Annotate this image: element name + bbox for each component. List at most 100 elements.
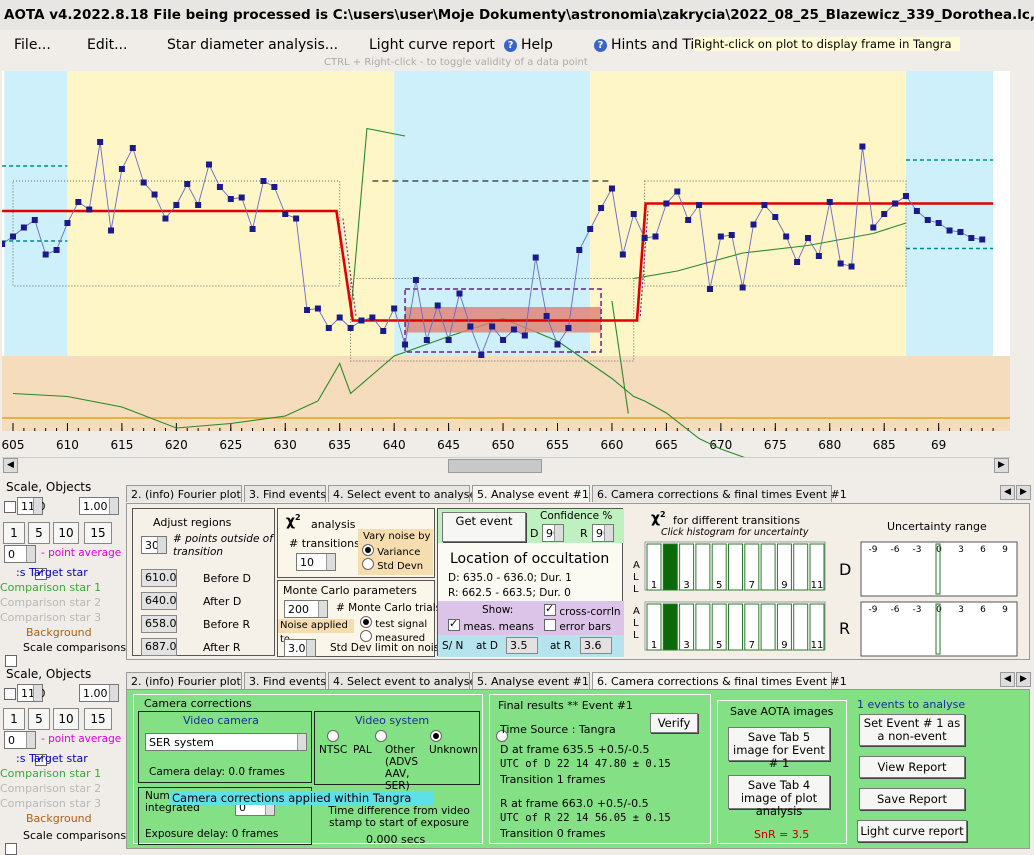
data-point[interactable] <box>380 328 387 334</box>
scale-button-15[interactable]: 15 <box>84 522 112 544</box>
data-point[interactable] <box>739 284 746 291</box>
scroll-left-icon[interactable]: ◀ <box>3 458 18 473</box>
data-point[interactable] <box>630 211 637 217</box>
data-point[interactable] <box>859 143 866 150</box>
tab-fourier[interactable]: 2. (info) Fourier plot <box>126 485 242 502</box>
data-point[interactable] <box>2 241 6 247</box>
data-point[interactable] <box>173 202 180 208</box>
d-histogram-bar[interactable] <box>760 543 776 591</box>
data-point[interactable] <box>815 253 822 259</box>
scale-spinner-2[interactable]: 1.00 <box>79 497 119 515</box>
scale-button-1[interactable]: 1 <box>3 522 25 544</box>
data-point[interactable] <box>118 166 125 172</box>
scale-button-10b[interactable]: 10 <box>53 708 79 730</box>
scale-button-10[interactable]: 10 <box>53 522 79 544</box>
save-tab4-button[interactable]: Save Tab 4 image of plot analysis <box>728 775 830 818</box>
verify-button[interactable]: Verify <box>650 713 698 733</box>
data-point[interactable] <box>652 233 659 240</box>
tab-select-event-2[interactable]: 4. Select event to analyse <box>328 672 476 689</box>
scale-button-1b[interactable]: 1 <box>3 708 25 730</box>
data-point[interactable] <box>935 220 942 226</box>
data-point[interactable] <box>761 202 768 208</box>
tab-find-events-2[interactable]: 3. Find events <box>244 672 326 689</box>
data-point[interactable] <box>641 235 648 241</box>
tab-left-icon[interactable]: ◀ <box>1000 485 1015 500</box>
d-histogram-bar[interactable] <box>662 543 678 591</box>
data-point[interactable] <box>532 254 539 261</box>
scale-spinner-1[interactable]: 11.0 <box>17 497 46 515</box>
data-point[interactable] <box>728 232 735 238</box>
tab-analyse-event-2[interactable]: 5. Analyse event #1 <box>472 672 590 689</box>
scale-spinner-2b[interactable]: 1.00 <box>79 684 119 702</box>
scale-comparisons-checkbox-b[interactable] <box>5 843 17 855</box>
data-point[interactable] <box>619 251 626 258</box>
data-point[interactable] <box>924 217 931 223</box>
data-point[interactable] <box>892 200 899 207</box>
data-point[interactable] <box>151 191 158 198</box>
data-point[interactable] <box>260 178 267 184</box>
data-point[interactable] <box>314 305 321 312</box>
data-point[interactable] <box>75 199 82 205</box>
data-point[interactable] <box>968 235 975 241</box>
data-point[interactable] <box>467 323 474 330</box>
data-point[interactable] <box>543 313 550 319</box>
other-radio[interactable] <box>430 730 442 742</box>
tab-find-events[interactable]: 3. Find events <box>244 485 326 502</box>
data-point[interactable] <box>129 145 136 151</box>
data-point[interactable] <box>162 215 169 222</box>
menu-light-curve-report[interactable]: Light curve report <box>369 37 495 53</box>
data-point[interactable] <box>913 208 920 214</box>
data-point[interactable] <box>848 263 855 270</box>
point-average-select[interactable]: 0 <box>4 545 36 563</box>
test-signal-radio[interactable]: test signal <box>360 616 427 630</box>
data-point[interactable] <box>282 211 289 217</box>
tab-right-icon-2[interactable]: ▶ <box>1016 672 1031 687</box>
data-point[interactable] <box>445 337 452 343</box>
transitions-spinner[interactable]: 10 <box>296 553 336 571</box>
get-event-button[interactable]: Get event <box>442 512 526 542</box>
data-point[interactable] <box>423 337 430 343</box>
tab-analyse-event[interactable]: 5. Analyse event #1 <box>472 485 590 502</box>
data-point[interactable] <box>10 233 16 240</box>
data-point[interactable] <box>804 235 811 241</box>
data-point[interactable] <box>358 317 365 324</box>
monte-carlo-spinner[interactable]: 200 <box>284 600 328 618</box>
data-point[interactable] <box>750 221 757 228</box>
save-report-button[interactable]: Save Report <box>859 788 965 810</box>
data-point[interactable] <box>957 229 964 235</box>
meas-means-check[interactable]: meas. means <box>448 617 534 633</box>
tab-camera-corrections[interactable]: 6. Camera corrections & final times Even… <box>592 485 847 502</box>
data-point[interactable] <box>979 236 986 243</box>
chi-histograms[interactable]: 1 3 5 7 9 111 3 5 7 9 11-9 -6 -3 0 3 6 9-9 -6 -3 0 3 6 9 <box>625 506 1027 658</box>
scale-spinner-1b[interactable]: 11.0 <box>17 684 46 702</box>
stddev-radio[interactable]: Std Devn <box>362 558 423 572</box>
data-point[interactable] <box>870 224 877 231</box>
pal-radio[interactable] <box>374 730 387 742</box>
data-point[interactable] <box>304 307 311 313</box>
variance-radio[interactable]: Variance <box>362 544 420 558</box>
scale-checkbox-1b[interactable] <box>4 688 16 700</box>
test-signal-radio-dot[interactable] <box>360 616 372 628</box>
data-point[interactable] <box>587 226 594 232</box>
scale-button-15b[interactable]: 15 <box>84 708 112 730</box>
data-point[interactable] <box>717 233 724 240</box>
data-point[interactable] <box>402 341 409 348</box>
d-histogram-bar[interactable] <box>695 543 711 591</box>
error-bars-check[interactable]: error bars <box>544 619 611 633</box>
data-point[interactable] <box>140 179 147 186</box>
cross-corrln-check[interactable]: cross-corrln <box>544 602 621 618</box>
data-point[interactable] <box>184 181 191 187</box>
data-point[interactable] <box>685 217 692 223</box>
data-point[interactable] <box>478 352 485 358</box>
data-point[interactable] <box>216 184 223 190</box>
data-point[interactable] <box>783 233 790 240</box>
data-point[interactable] <box>369 314 376 321</box>
data-point[interactable] <box>293 215 300 222</box>
data-point[interactable] <box>53 247 60 253</box>
scale-button-5[interactable]: 5 <box>28 522 50 544</box>
data-point[interactable] <box>249 226 256 232</box>
menu-edit[interactable]: Edit... <box>87 37 127 53</box>
data-point[interactable] <box>521 332 528 339</box>
data-point[interactable] <box>347 325 354 331</box>
tab-left-icon-2[interactable]: ◀ <box>1000 672 1015 687</box>
